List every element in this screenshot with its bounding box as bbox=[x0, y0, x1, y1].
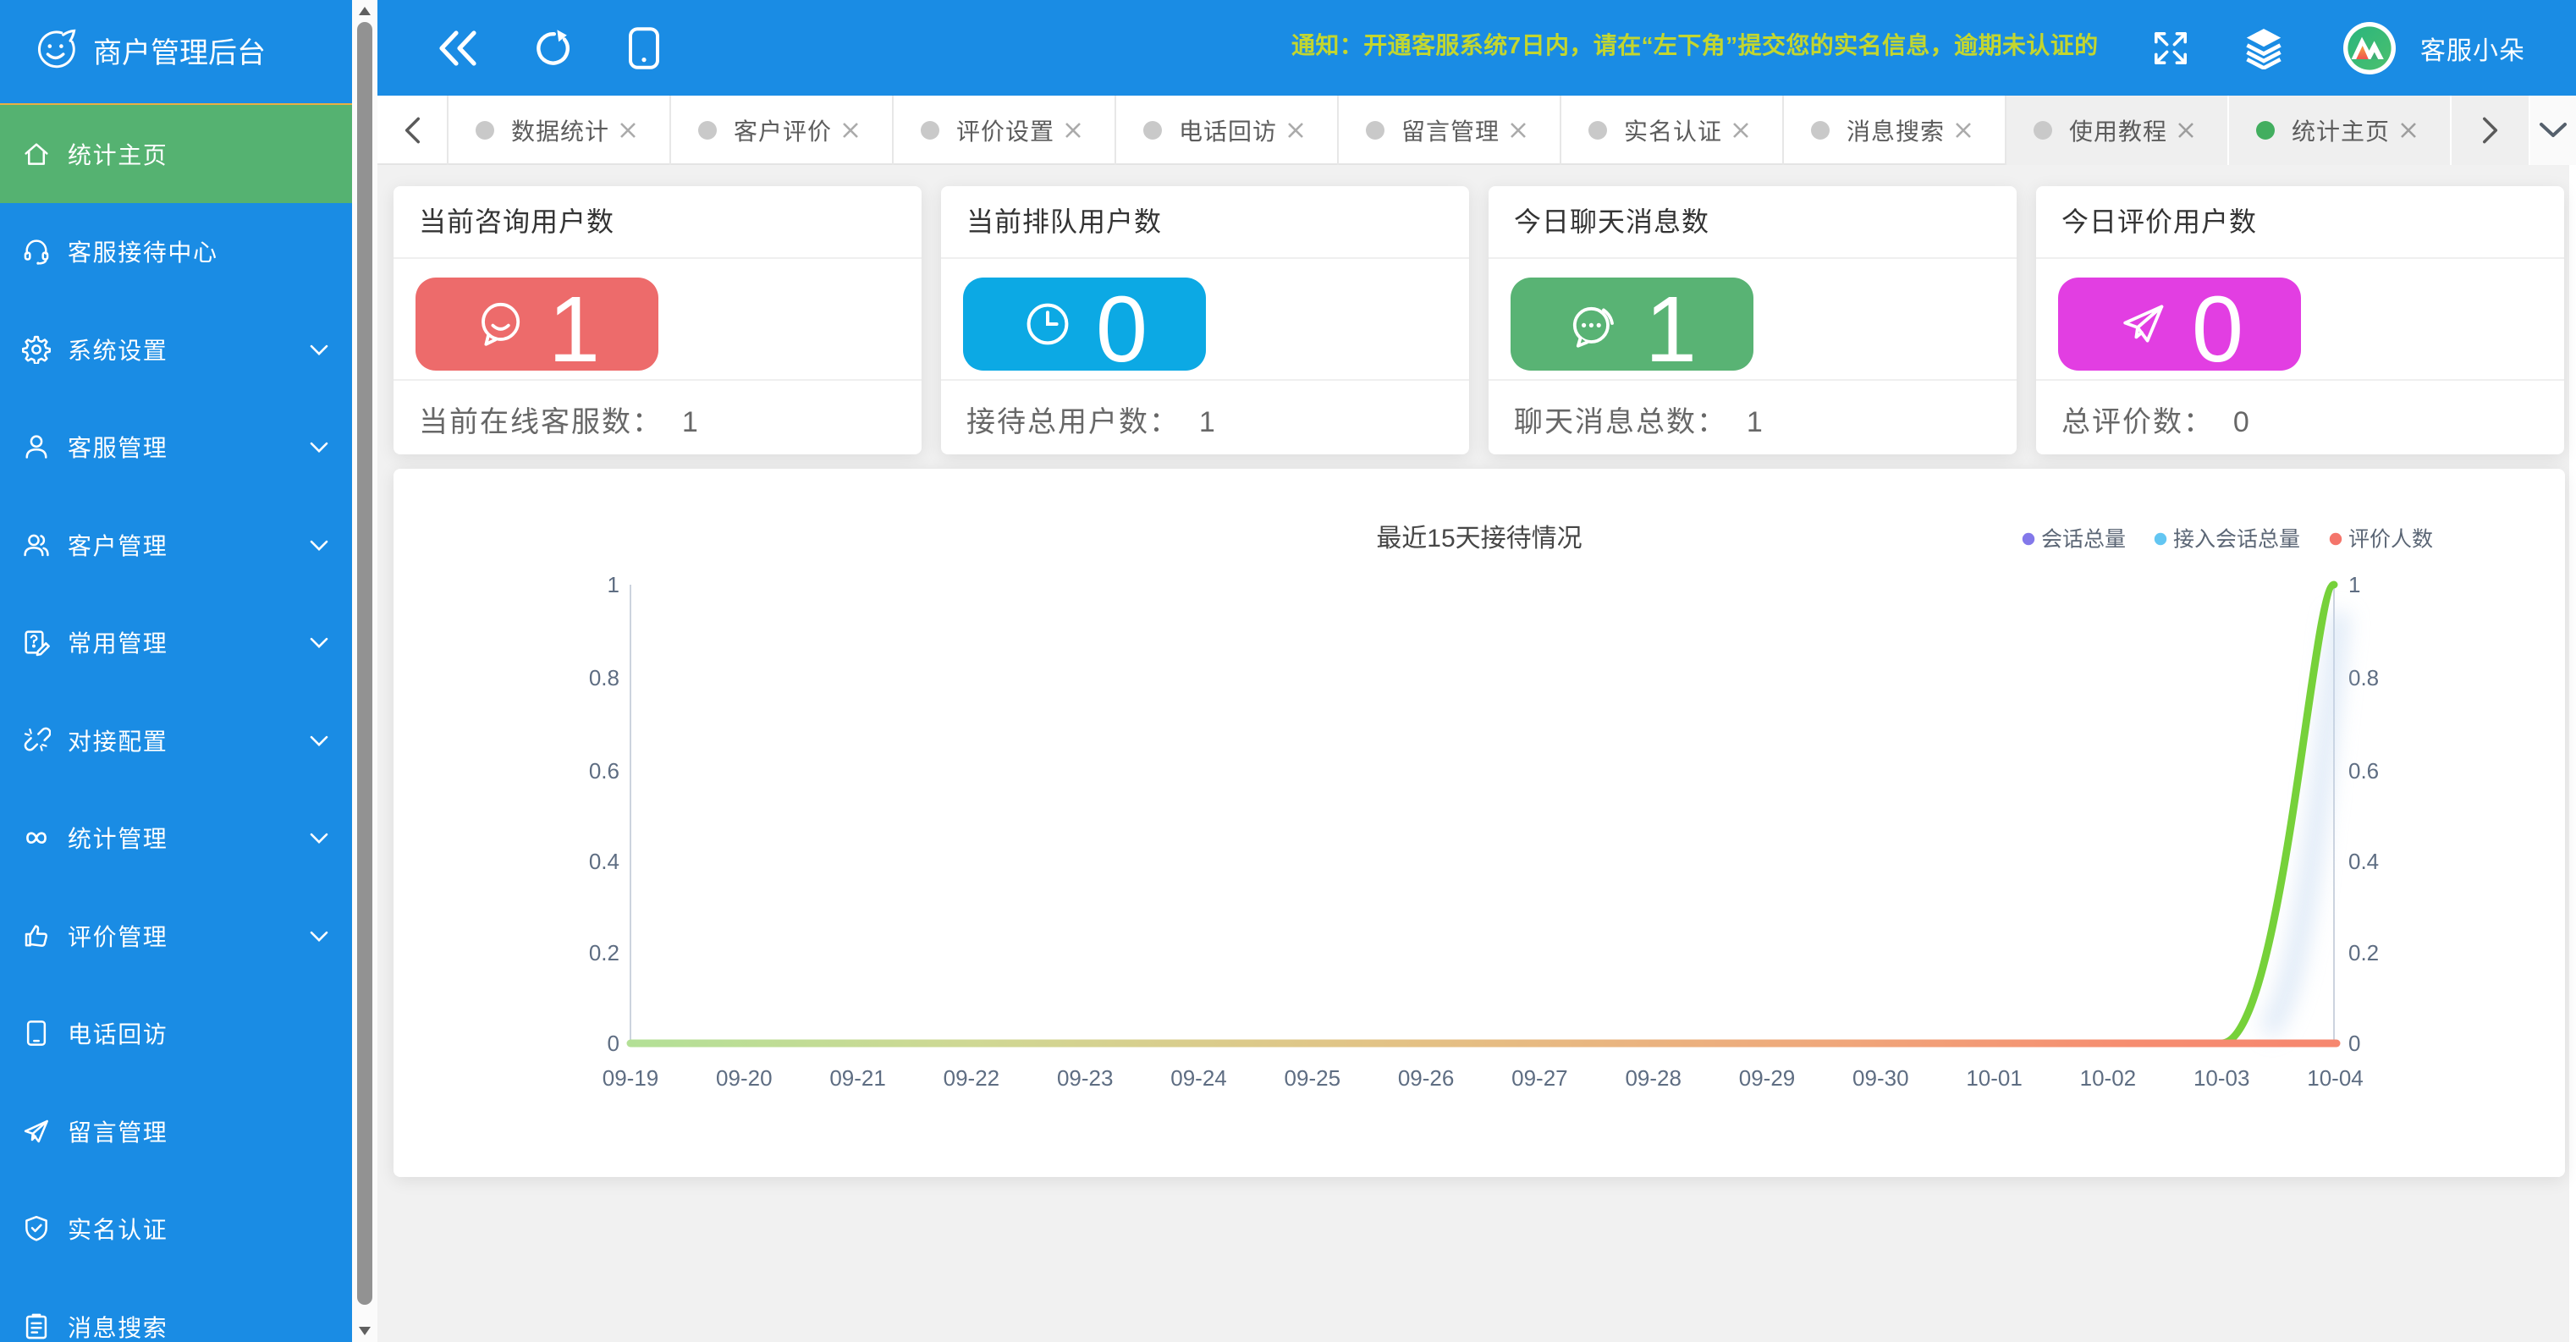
svg-text:09-21: 09-21 bbox=[829, 1065, 886, 1091]
svg-text:09-20: 09-20 bbox=[716, 1065, 773, 1091]
svg-text:1: 1 bbox=[2348, 572, 2360, 597]
svg-text:09-29: 09-29 bbox=[1739, 1065, 1796, 1091]
svg-text:0: 0 bbox=[2348, 1031, 2360, 1056]
svg-text:0.8: 0.8 bbox=[2348, 665, 2379, 690]
svg-text:会话总量: 会话总量 bbox=[2041, 527, 2126, 551]
svg-text:0.6: 0.6 bbox=[589, 758, 619, 784]
svg-text:0.6: 0.6 bbox=[2348, 758, 2379, 784]
svg-text:0.4: 0.4 bbox=[2348, 849, 2379, 874]
svg-text:1: 1 bbox=[608, 572, 619, 597]
svg-text:0.4: 0.4 bbox=[589, 849, 619, 874]
svg-text:10-04: 10-04 bbox=[2307, 1065, 2364, 1091]
svg-text:09-23: 09-23 bbox=[1057, 1065, 1114, 1091]
svg-text:接入会话总量: 接入会话总量 bbox=[2173, 527, 2300, 551]
svg-text:0: 0 bbox=[608, 1031, 619, 1056]
svg-text:09-28: 09-28 bbox=[1625, 1065, 1682, 1091]
svg-text:09-24: 09-24 bbox=[1170, 1065, 1227, 1091]
svg-text:评价人数: 评价人数 bbox=[2348, 527, 2433, 551]
svg-text:09-26: 09-26 bbox=[1398, 1065, 1455, 1091]
svg-text:09-22: 09-22 bbox=[944, 1065, 1000, 1091]
svg-text:最近15天接待情况: 最近15天接待情况 bbox=[1376, 525, 1582, 553]
svg-text:09-25: 09-25 bbox=[1285, 1065, 1341, 1091]
svg-text:0.2: 0.2 bbox=[589, 940, 619, 965]
svg-text:09-19: 09-19 bbox=[603, 1065, 659, 1091]
svg-text:09-27: 09-27 bbox=[1511, 1065, 1568, 1091]
svg-text:0.8: 0.8 bbox=[589, 665, 619, 690]
svg-text:0.2: 0.2 bbox=[2348, 940, 2379, 965]
svg-text:09-30: 09-30 bbox=[1852, 1065, 1909, 1091]
svg-text:10-02: 10-02 bbox=[2080, 1065, 2137, 1091]
svg-text:10-03: 10-03 bbox=[2193, 1065, 2250, 1091]
svg-text:10-01: 10-01 bbox=[1966, 1065, 2023, 1091]
